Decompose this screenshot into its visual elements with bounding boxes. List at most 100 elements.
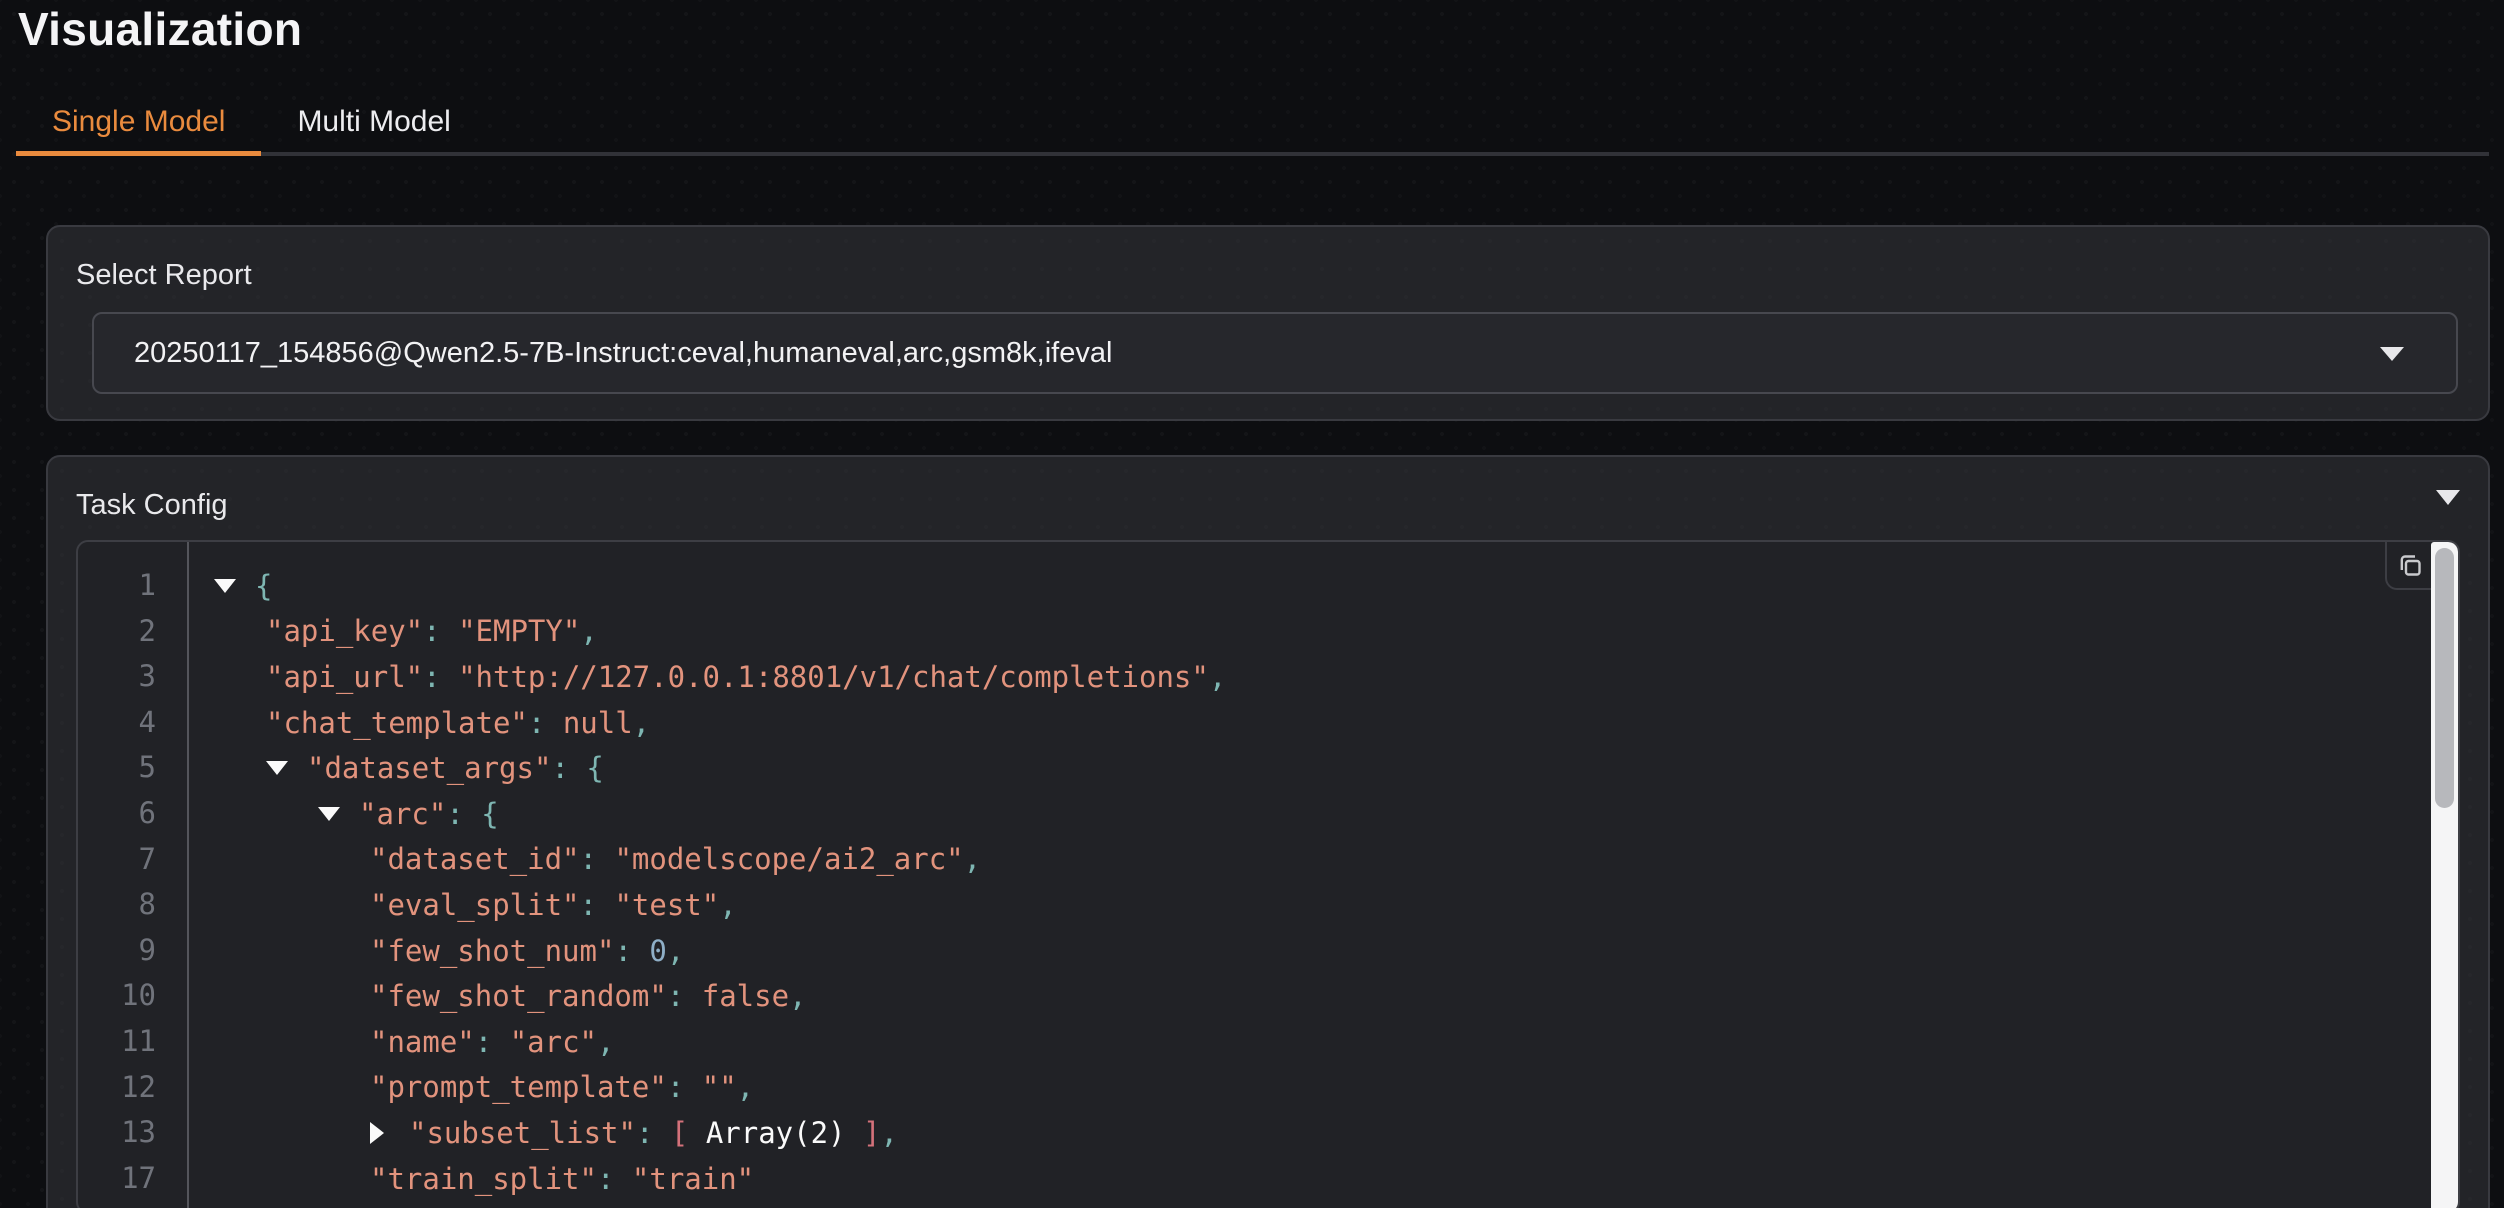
collapse-node-icon[interactable] (318, 807, 340, 821)
line-number: 5 (78, 745, 187, 791)
code-token: { (481, 797, 498, 831)
code-token: : (423, 614, 458, 648)
tabbar: Single Model Multi Model (16, 92, 2489, 156)
code-token: "modelscope/ai2_arc" (614, 842, 963, 876)
code-token: , (597, 1025, 614, 1059)
code-line: "api_url": "http://127.0.0.1:8801/v1/cha… (214, 654, 2458, 700)
code-token: : (528, 706, 563, 740)
line-number: 4 (78, 700, 187, 746)
code-token: , (1209, 660, 1226, 694)
code-line: "arc": { (214, 791, 2458, 837)
code-token: { (586, 751, 603, 785)
line-number: 2 (78, 609, 187, 655)
line-number: 6 (78, 791, 187, 837)
code-token: false (702, 979, 789, 1013)
code-token: : (475, 1025, 510, 1059)
tab-multi-model-label: Multi Model (297, 105, 450, 139)
code-line: "api_key": "EMPTY", (214, 609, 2458, 655)
code-token: "arc" (510, 1025, 597, 1059)
code-line: "few_shot_num": 0, (214, 928, 2458, 974)
code-token: : (597, 1162, 632, 1196)
code-line: { (214, 563, 2458, 609)
code-token: "chat_template" (266, 706, 528, 740)
line-number: 13 (78, 1110, 187, 1156)
line-number: 1 (78, 563, 187, 609)
tab-single-model-label: Single Model (52, 105, 225, 139)
dropdown-arrow-icon (2380, 347, 2404, 361)
select-report-card: Select Report 20250117_154856@Qwen2.5-7B… (46, 225, 2490, 421)
tab-single-model[interactable]: Single Model (16, 92, 261, 152)
code-token: , (737, 1070, 754, 1104)
code-scrollbar-thumb[interactable] (2435, 548, 2454, 808)
line-number: 11 (78, 1019, 187, 1065)
code-token: : (667, 1070, 702, 1104)
code-token: : (446, 797, 481, 831)
code-token: "dataset_args" (307, 751, 551, 785)
code-line: "prompt_template": "", (214, 1065, 2458, 1111)
code-token: 0 (649, 934, 666, 968)
code-token: null (563, 706, 633, 740)
code-lines: {"api_key": "EMPTY","api_url": "http://1… (189, 542, 2458, 1208)
code-scrollbar-track[interactable] (2431, 542, 2458, 1208)
code-token: "few_shot_num" (370, 934, 614, 968)
code-token: : (580, 842, 615, 876)
code-token: "api_key" (266, 614, 423, 648)
code-token: : (614, 934, 649, 968)
line-number: 17 (78, 1156, 187, 1202)
collapse-node-icon[interactable] (266, 761, 288, 775)
task-config-label: Task Config (76, 489, 228, 522)
code-token: Array(2) (706, 1116, 846, 1150)
expand-node-icon[interactable] (370, 1122, 384, 1144)
copy-icon (2397, 552, 2424, 579)
code-token: "" (702, 1070, 737, 1104)
code-token: "name" (370, 1025, 475, 1059)
code-token: , (964, 842, 981, 876)
code-token: "few_shot_random" (370, 979, 667, 1013)
code-token: ] (846, 1116, 881, 1150)
line-number-gutter: 1234567891011121317 (78, 542, 189, 1208)
report-select-dropdown[interactable]: 20250117_154856@Qwen2.5-7B-Instruct:ceva… (92, 312, 2458, 394)
collapse-panel-icon[interactable] (2436, 490, 2460, 505)
code-token: : (667, 979, 702, 1013)
code-token: : (551, 751, 586, 785)
code-token: : (636, 1116, 671, 1150)
line-number: 3 (78, 654, 187, 700)
tab-multi-model[interactable]: Multi Model (261, 92, 486, 152)
code-line: "subset_list": [ Array(2) ], (214, 1110, 2458, 1156)
line-number: 12 (78, 1065, 187, 1111)
code-token: "subset_list" (409, 1116, 636, 1150)
code-token: [ (671, 1116, 706, 1150)
code-token: , (633, 706, 650, 740)
code-line: "dataset_id": "modelscope/ai2_arc", (214, 837, 2458, 883)
code-token: "dataset_id" (370, 842, 580, 876)
code-line: "few_shot_random": false, (214, 973, 2458, 1019)
code-token: "test" (614, 888, 719, 922)
code-token: "arc" (359, 797, 446, 831)
code-line: "chat_template": null, (214, 700, 2458, 746)
task-config-json-viewer: 1234567891011121317 {"api_key": "EMPTY",… (76, 540, 2460, 1208)
code-line: "name": "arc", (214, 1019, 2458, 1065)
task-config-card: Task Config 1234567891011121317 {"api_ke… (46, 455, 2490, 1208)
code-token: , (880, 1116, 897, 1150)
line-number: 10 (78, 973, 187, 1019)
code-token: , (580, 614, 597, 648)
collapse-node-icon[interactable] (214, 579, 236, 593)
page-title: Visualization (18, 2, 302, 56)
code-line: "train_split": "train" (214, 1156, 2458, 1202)
line-number: 7 (78, 837, 187, 883)
code-token: { (255, 569, 272, 603)
code-token: "prompt_template" (370, 1070, 667, 1104)
code-token: "eval_split" (370, 888, 580, 922)
copy-button[interactable] (2385, 542, 2433, 590)
code-token: , (667, 934, 684, 968)
code-token: "api_url" (266, 660, 423, 694)
code-token: : (580, 888, 615, 922)
line-number: 9 (78, 928, 187, 974)
code-line: "dataset_args": { (214, 745, 2458, 791)
code-token: : (423, 660, 458, 694)
code-line: "eval_split": "test", (214, 882, 2458, 928)
report-select-value: 20250117_154856@Qwen2.5-7B-Instruct:ceva… (134, 337, 1112, 370)
select-report-label: Select Report (76, 259, 252, 292)
code-token: "http://127.0.0.1:8801/v1/chat/completio… (458, 660, 1209, 694)
code-token: , (719, 888, 736, 922)
